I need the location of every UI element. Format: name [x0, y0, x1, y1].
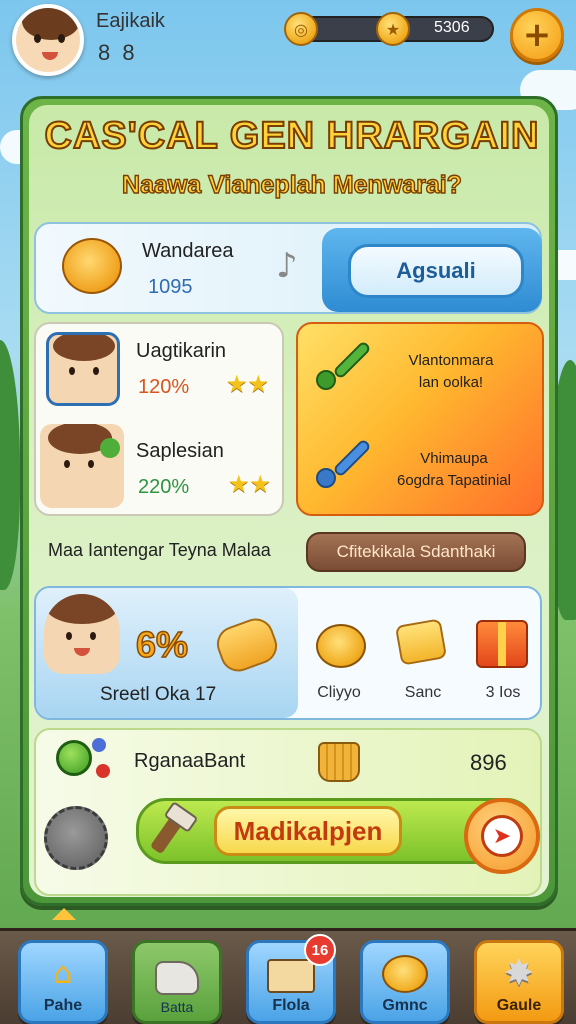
nav-battle[interactable]: Batta — [132, 940, 222, 1024]
nav-home[interactable]: ⌂ Pahe — [18, 940, 108, 1024]
coin-icon: ◎ — [284, 12, 318, 46]
promo-line-2b: 6ogdra Tapatinial — [397, 472, 511, 489]
nav-label: Batta — [160, 999, 194, 1015]
friend-avatar[interactable] — [40, 424, 124, 508]
quest-value: 896 — [470, 750, 507, 775]
character-avatar — [44, 594, 120, 674]
ticket-icon — [394, 618, 448, 666]
star-coin-icon: ★ — [376, 12, 410, 46]
basket-icon — [318, 742, 360, 782]
gem-icon — [96, 764, 110, 778]
reward-percent: 6% — [135, 623, 189, 666]
player-level: 8 8 — [98, 40, 138, 65]
friend-name: Uagtikarin — [136, 340, 227, 362]
wrench-icon — [312, 334, 372, 394]
compass-icon: ➤ — [481, 815, 523, 857]
pastry-icon — [62, 238, 122, 294]
nav-coins[interactable]: Gmnc — [360, 940, 450, 1024]
wander-action-button[interactable]: Agsuali — [348, 244, 524, 298]
key-icon — [312, 432, 372, 492]
home-icon: ⌂ — [53, 955, 73, 991]
hammer-icon — [140, 801, 199, 856]
plus-icon: + — [522, 15, 552, 55]
reward-item-label: Sanc — [404, 684, 442, 701]
nav-label: Flola — [272, 997, 310, 1014]
star-icon: ★★ — [228, 470, 272, 498]
compass-button[interactable]: ➤ — [464, 798, 540, 874]
friend-avatar[interactable] — [46, 332, 120, 406]
top-bar: Eajikaik 8 8 ◎ ★ 5306 + — [0, 0, 576, 90]
settings-icon: ✸ — [503, 952, 535, 994]
player-avatar[interactable] — [12, 4, 84, 76]
nav-label: Gmnc — [382, 997, 428, 1014]
gem-icon — [92, 738, 106, 752]
coin-stack-icon — [316, 624, 366, 668]
page-subtitle: Naawa Vianeplah Menwarai? — [121, 170, 462, 199]
reward-item-label: Cliyyo — [317, 684, 361, 701]
nav-label: Gaule — [496, 997, 542, 1014]
friend-name: Saplesian — [136, 440, 224, 462]
info-banner-text: Maa Iantengar Teyna Malaa — [48, 540, 271, 560]
currency-amount: 5306 — [434, 19, 470, 36]
coins-icon — [382, 955, 428, 993]
spiky-creature-icon — [44, 806, 108, 870]
shop-icon — [267, 959, 315, 993]
quest-label: RganaaBant — [134, 750, 246, 772]
player-name: Eajikaik — [96, 10, 165, 32]
add-currency-button[interactable]: + — [510, 8, 564, 62]
reward-caption: Sreetl Oka 17 — [100, 684, 217, 705]
promo-line-1a: Vlantonmara — [408, 352, 494, 369]
music-note-icon: ♪ — [276, 246, 298, 286]
page-title: CAS'CAL GEN HRARGAIN — [44, 114, 540, 158]
reward-item-label: 3 Ios — [485, 684, 521, 701]
quest-action-button[interactable]: Madikalpjen — [214, 806, 402, 856]
gem-icon — [56, 740, 92, 776]
friend-percent: 120% — [138, 376, 190, 398]
gift-icon — [476, 620, 528, 668]
wander-value: 1095 — [148, 276, 193, 298]
promo-line-2a: Vhimaupa — [420, 450, 488, 467]
wander-label: Wandarea — [142, 240, 234, 262]
chevron-up-icon[interactable] — [52, 908, 76, 920]
nav-settings[interactable]: ✸ Gaule — [474, 940, 564, 1024]
notification-badge: 16 — [304, 934, 336, 966]
tree-decoration — [0, 340, 20, 590]
friend-percent: 220% — [138, 476, 190, 498]
promo-line-1b: lan oolka! — [418, 374, 484, 391]
battle-icon — [155, 961, 199, 995]
info-banner-button[interactable]: Cfitekikala Sdanthaki — [306, 532, 526, 572]
star-icon: ★★ — [226, 370, 270, 398]
nav-label: Pahe — [43, 997, 83, 1014]
